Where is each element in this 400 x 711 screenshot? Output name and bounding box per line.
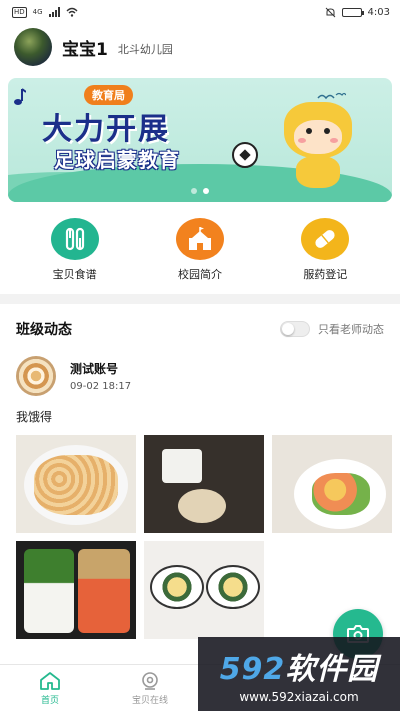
section-divider [0, 294, 400, 304]
feed-title: 班级动态 [16, 322, 72, 338]
cutlery-icon [65, 227, 84, 251]
post-photo[interactable] [272, 435, 392, 533]
nav-baby-online-label: 宝贝在线 [131, 695, 168, 706]
pill-icon [315, 230, 335, 248]
nav-home[interactable]: 首页 [0, 665, 100, 711]
quick-label-school-intro: 校园简介 [177, 268, 222, 281]
music-note-icon [14, 88, 26, 105]
app-screen: HD 4G 4:03 宝宝1 北斗幼儿园 教育局 大力开展 足球启蒙教育 宝贝食… [0, 0, 400, 711]
teacher-only-label: 只看老师动态 [318, 323, 384, 336]
nav-baby-online[interactable]: 宝贝在线 [100, 665, 200, 711]
user-header[interactable]: 宝宝1 北斗幼儿园 [0, 24, 400, 70]
battery-icon [341, 7, 364, 17]
watermark-url: www.592xiazai.com [239, 690, 359, 704]
football-icon [232, 142, 258, 168]
carousel-dot[interactable] [203, 188, 209, 194]
post-author: 测试账号 [70, 362, 119, 376]
post-photo[interactable] [16, 435, 136, 533]
mute-bell-icon [325, 7, 335, 17]
status-right: 4:03 [325, 7, 390, 18]
quick-actions: 宝贝食谱 校园简介 服药登记 [0, 202, 400, 282]
watermark-logo-text: 软件园 [285, 652, 379, 687]
wifi-icon [66, 7, 78, 17]
nav-home-label: 首页 [40, 695, 59, 706]
camera-live-icon [142, 671, 158, 690]
post-text: 我饿得 [16, 410, 53, 424]
quick-label-recipes: 宝贝食谱 [52, 268, 97, 281]
quick-item-school-intro[interactable]: 校园简介 [152, 218, 248, 282]
hd-badge: HD [12, 6, 27, 18]
status-left: HD 4G [12, 6, 78, 18]
medicine-circle [301, 218, 350, 260]
mascot-eye [324, 128, 330, 134]
banner-tag: 教育局 [84, 85, 133, 105]
feed-post[interactable]: 测试账号 09-02 18:17 我饿得 [0, 354, 400, 639]
school-circle [175, 218, 224, 260]
avatar[interactable] [14, 28, 52, 66]
tiger-mascot [278, 98, 358, 188]
post-photo[interactable] [144, 435, 264, 533]
carousel-dots[interactable] [191, 188, 209, 194]
teacher-filter[interactable]: 只看老师动态 [280, 321, 384, 337]
mascot-cheek [330, 138, 338, 143]
mascot-face [294, 120, 342, 154]
post-photos [16, 435, 392, 639]
signal-icon [48, 7, 60, 17]
post-header: 测试账号 09-02 18:17 [16, 354, 384, 398]
mascot-cheek [298, 138, 306, 143]
post-photo[interactable] [16, 541, 136, 639]
network-type: 4G [32, 8, 43, 16]
post-meta: 测试账号 09-02 18:17 [70, 360, 131, 392]
teacher-only-toggle[interactable] [280, 321, 310, 337]
mascot-eye [306, 128, 312, 134]
watermark-logo: 592软件园 [220, 644, 379, 688]
watermark-logo-number: 592 [219, 652, 286, 687]
school-name: 北斗幼儿园 [117, 43, 173, 56]
banner-subtitle: 足球启蒙教育 [54, 148, 180, 172]
post-time: 09-02 18:17 [70, 381, 132, 392]
banner-carousel[interactable]: 教育局 大力开展 足球启蒙教育 [8, 78, 392, 202]
home-icon [40, 671, 60, 690]
user-name: 宝宝1 [62, 39, 108, 60]
status-bar: HD 4G 4:03 [0, 0, 400, 24]
carousel-dot[interactable] [191, 188, 197, 194]
quick-label-medicine: 服药登记 [303, 268, 348, 281]
school-icon [188, 227, 211, 250]
site-watermark: 592软件园 www.592xiazai.com [198, 637, 400, 711]
post-avatar[interactable] [16, 356, 56, 396]
clock: 4:03 [367, 6, 390, 18]
post-photo[interactable] [144, 541, 264, 639]
feed-header: 班级动态 只看老师动态 [0, 304, 400, 354]
quick-item-medicine[interactable]: 服药登记 [277, 218, 373, 282]
banner-title: 大力开展 [42, 112, 170, 147]
recipes-circle [50, 218, 99, 260]
mascot-body [296, 156, 340, 188]
quick-item-recipes[interactable]: 宝贝食谱 [27, 218, 123, 282]
